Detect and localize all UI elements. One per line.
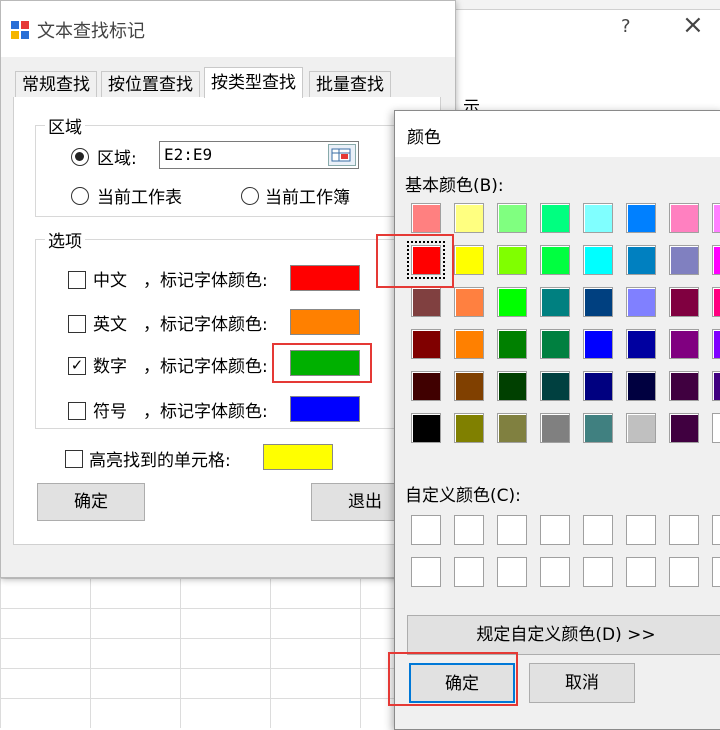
number-checkbox[interactable]: ✓: [68, 357, 86, 375]
custom-color-swatch[interactable]: [411, 557, 441, 587]
spreadsheet-grid: [0, 578, 400, 728]
ok-button[interactable]: 确定: [37, 483, 145, 521]
custom-color-swatch[interactable]: [669, 515, 699, 545]
number-label: 数字: [93, 357, 127, 377]
color-cancel-button[interactable]: 取消: [529, 663, 635, 703]
title-bar: 文本查找标记: [1, 1, 455, 57]
tab-type-find[interactable]: 按类型查找: [204, 67, 303, 98]
english-label: 英文: [93, 315, 127, 335]
range-select-icon: [331, 148, 351, 162]
window-title: 文本查找标记: [37, 21, 145, 42]
custom-color-swatch[interactable]: [454, 515, 484, 545]
custom-color-swatch[interactable]: [454, 557, 484, 587]
color-dialog: 颜色 基本颜色(B): 自定义颜色(C): 规定自定义颜色(D) >> 确定 取…: [394, 110, 720, 730]
custom-color-swatch[interactable]: [411, 515, 441, 545]
custom-color-swatch[interactable]: [540, 515, 570, 545]
app-icon: [11, 21, 29, 39]
tab-general-find[interactable]: 常规查找: [15, 71, 97, 98]
english-color-label: ，标记字体颜色:: [143, 315, 268, 335]
custom-color-swatch[interactable]: [626, 557, 656, 587]
chinese-checkbox[interactable]: [68, 271, 86, 289]
selected-color-annotation: [376, 234, 454, 288]
current-workbook-radio[interactable]: [241, 187, 259, 205]
custom-color-swatch[interactable]: [712, 557, 720, 587]
custom-color-swatch[interactable]: [626, 515, 656, 545]
tab-position-find[interactable]: 按位置查找: [101, 71, 200, 98]
english-color-swatch[interactable]: [290, 309, 360, 335]
region-group-title: 区域: [45, 113, 85, 138]
region-radio-label: 区域:: [97, 149, 137, 169]
number-color-swatch[interactable]: [290, 350, 360, 376]
tab-batch-find[interactable]: 批量查找: [309, 71, 391, 98]
custom-color-swatch[interactable]: [669, 557, 699, 587]
custom-colors-grid: [395, 111, 720, 591]
current-sheet-label: 当前工作表: [97, 188, 182, 208]
symbol-color-swatch[interactable]: [290, 396, 360, 422]
number-color-label: ，标记字体颜色:: [143, 357, 268, 377]
find-mark-dialog: 文本查找标记 常规查找 按位置查找 按类型查找 批量查找 区域 区域: E2:E…: [0, 0, 480, 578]
current-workbook-label: 当前工作簿: [265, 188, 350, 208]
highlight-checkbox[interactable]: [65, 450, 83, 468]
chinese-color-swatch[interactable]: [290, 265, 360, 291]
define-custom-colors-button[interactable]: 规定自定义颜色(D) >>: [407, 615, 720, 655]
english-checkbox[interactable]: [68, 315, 86, 333]
options-group-title: 选项: [45, 227, 85, 252]
chinese-label: 中文: [93, 271, 127, 291]
highlight-color-swatch[interactable]: [263, 444, 333, 470]
symbol-label: 符号: [93, 402, 127, 422]
close-icon[interactable]: ×: [682, 10, 704, 40]
current-sheet-radio[interactable]: [71, 187, 89, 205]
region-group: [35, 125, 431, 217]
highlight-label: 高亮找到的单元格:: [89, 451, 231, 471]
range-select-button[interactable]: [328, 144, 356, 166]
symbol-color-label: ，标记字体颜色:: [143, 402, 268, 422]
custom-color-swatch[interactable]: [497, 515, 527, 545]
custom-color-swatch[interactable]: [497, 557, 527, 587]
ok-button-annotation: [388, 652, 518, 706]
custom-color-swatch[interactable]: [583, 557, 613, 587]
custom-color-swatch[interactable]: [540, 557, 570, 587]
help-icon[interactable]: ?: [621, 16, 631, 37]
chinese-color-label: ，标记字体颜色:: [143, 271, 268, 291]
custom-color-swatch[interactable]: [583, 515, 613, 545]
custom-color-swatch[interactable]: [712, 515, 720, 545]
region-radio[interactable]: [71, 148, 89, 166]
symbol-checkbox[interactable]: [68, 402, 86, 420]
